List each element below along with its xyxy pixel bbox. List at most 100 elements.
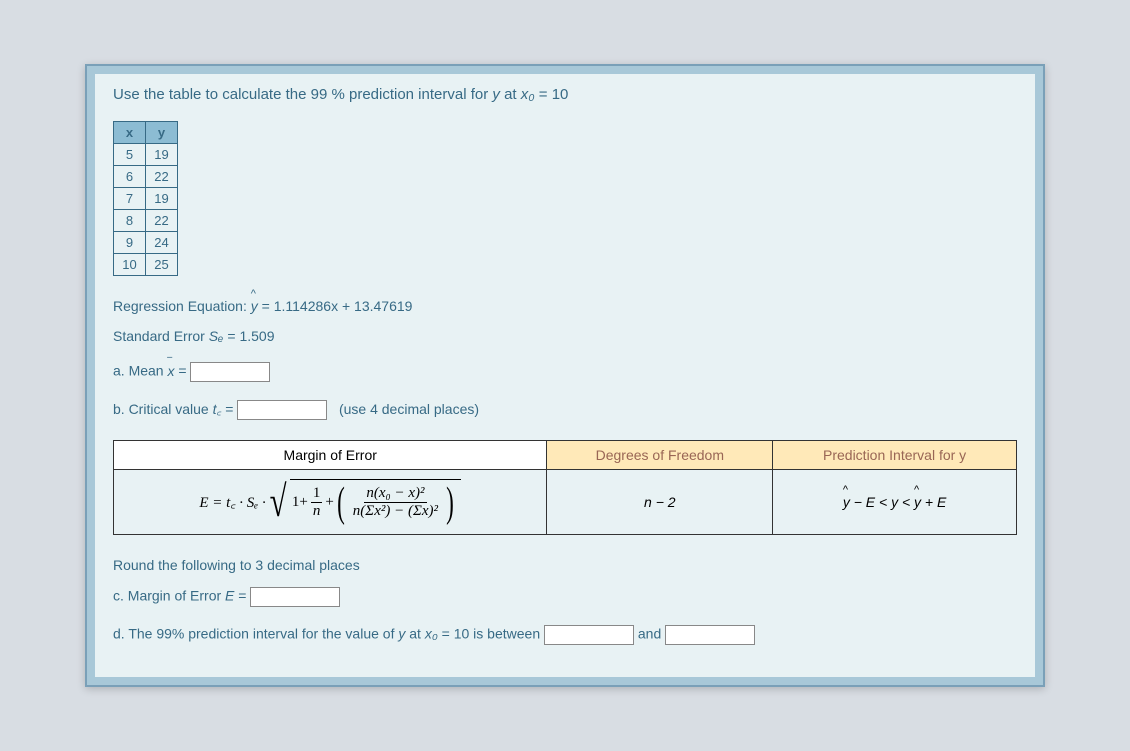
mean-input[interactable] [190,362,270,382]
formula-body-row: E = t꜀ · Sₑ · √ 1 + 1 n + ( [114,470,1017,535]
d-prefix: d. The 99% prediction interval for the v… [113,626,398,642]
b-hint: (use 4 decimal places) [339,401,479,417]
se-label: Standard Error [113,328,209,344]
cell: 25 [146,253,178,275]
se-eq: = [227,328,239,344]
xbar-in-formula: x [408,485,415,502]
se-value: 1.509 [239,328,274,344]
header-y: y [146,121,178,143]
cell: 22 [146,209,178,231]
standard-error-line: Standard Error Sₑ = 1.509 [113,328,1017,344]
d-eq: = [442,626,454,642]
title-y: y [492,86,500,103]
interval-upper-input[interactable] [665,625,755,645]
cell: 5 [114,143,146,165]
pred-b: + E [921,494,946,510]
frac1-den: n [311,503,323,520]
formula-table: Margin of Error Degrees of Freedom Predi… [113,440,1017,535]
b-label: b. Critical value [113,401,213,417]
title-eq: = [539,86,552,103]
a-label: a. Mean [113,363,167,379]
table-header-row: x y [114,121,178,143]
d-x0: x₀ [425,626,438,642]
frac-1-over-n: 1 n [311,485,323,520]
header-margin: Margin of Error [114,441,547,470]
table-row: 622 [114,165,178,187]
yhat2: y [914,494,921,510]
dof-value: n − 2 [644,494,676,510]
frac2-num-b: )² [415,485,425,501]
formula-header-row: Margin of Error Degrees of Freedom Predi… [114,441,1017,470]
part-b-line: b. Critical value t꜀ = (use 4 decimal pl… [113,400,1017,420]
round-hint: Round the following to 3 decimal places [113,557,1017,573]
regression-eq: = 1.114286x + 13.47619 [262,298,413,314]
frac1-num: 1 [311,485,323,503]
sqrt-body: 1 + 1 n + ( n(x₀ − x)² [290,479,461,526]
sqrt-root: √ 1 + 1 n + ( n [266,479,461,526]
pred-cell: y − E < y < y + E [773,470,1017,535]
c-label: c. Margin of Error [113,588,225,604]
c-eq: = [238,588,250,604]
part-d-line: d. The 99% prediction interval for the v… [113,625,1017,645]
b-eq: = [225,401,237,417]
d-and: and [638,626,665,642]
frac2-num-a: n(x₀ − [366,485,408,501]
d-val: 10 [454,626,470,642]
regression-label: Regression Equation: [113,298,251,314]
cell: 22 [146,165,178,187]
dof-cell: n − 2 [547,470,773,535]
one: 1 [292,494,300,511]
table-row: 719 [114,187,178,209]
paren-left: ( [337,482,345,524]
question-page: Use the table to calculate the 99 % pred… [95,74,1035,677]
cell: 8 [114,209,146,231]
title-x0: x₀ [521,86,535,103]
pred-formula: y − E < y < y + E [843,494,947,510]
frac-main: n(x₀ − x)² n(Σx²) − (Σx)² [351,485,440,520]
title-at: at [504,86,521,103]
d-is: is between [473,626,544,642]
title-val: 10 [552,86,569,103]
pred-a: − E < y < [850,494,914,510]
question-title: Use the table to calculate the 99 % pred… [113,86,1017,103]
yhat-symbol: y [251,298,258,314]
xbar-symbol: x [167,363,174,379]
margin-formula-cell: E = t꜀ · Sₑ · √ 1 + 1 n + ( [114,470,547,535]
critical-value-input[interactable] [237,400,327,420]
d-y: y [398,626,405,642]
header-dof: Degrees of Freedom [547,441,773,470]
part-a-line: a. Mean x = [113,362,1017,382]
table-row: 822 [114,209,178,231]
header-pred: Prediction Interval for y [773,441,1017,470]
cell: 19 [146,187,178,209]
cell: 7 [114,187,146,209]
tc-symbol: t꜀ [213,401,222,417]
margin-formula: E = t꜀ · Sₑ · √ 1 + 1 n + ( [199,479,461,526]
table-row: 924 [114,231,178,253]
radical-symbol: √ [269,481,286,523]
table-row: 1025 [114,253,178,275]
cell: 9 [114,231,146,253]
plus2: + [325,494,333,511]
interval-lower-input[interactable] [544,625,634,645]
header-x: x [114,121,146,143]
frac2-den: n(Σx²) − (Σx)² [351,503,440,520]
paren-right: ) [446,482,454,524]
plus1: + [299,494,307,511]
title-prefix: Use the table to calculate the 99 % pred… [113,86,492,103]
cell: 10 [114,253,146,275]
cell: 6 [114,165,146,187]
d-at: at [409,626,425,642]
margin-error-input[interactable] [250,587,340,607]
e-symbol: E [225,588,234,604]
frac2-num: n(x₀ − x)² [364,485,426,503]
table-row: 519 [114,143,178,165]
se-symbol: Sₑ [209,328,224,344]
cell: 24 [146,231,178,253]
margin-lhs: E = t꜀ · Sₑ · [199,492,265,512]
regression-line: Regression Equation: y = 1.114286x + 13.… [113,298,1017,314]
part-c-line: c. Margin of Error E = [113,587,1017,607]
a-eq: = [178,363,190,379]
cell: 19 [146,143,178,165]
question-frame: Use the table to calculate the 99 % pred… [85,64,1045,687]
